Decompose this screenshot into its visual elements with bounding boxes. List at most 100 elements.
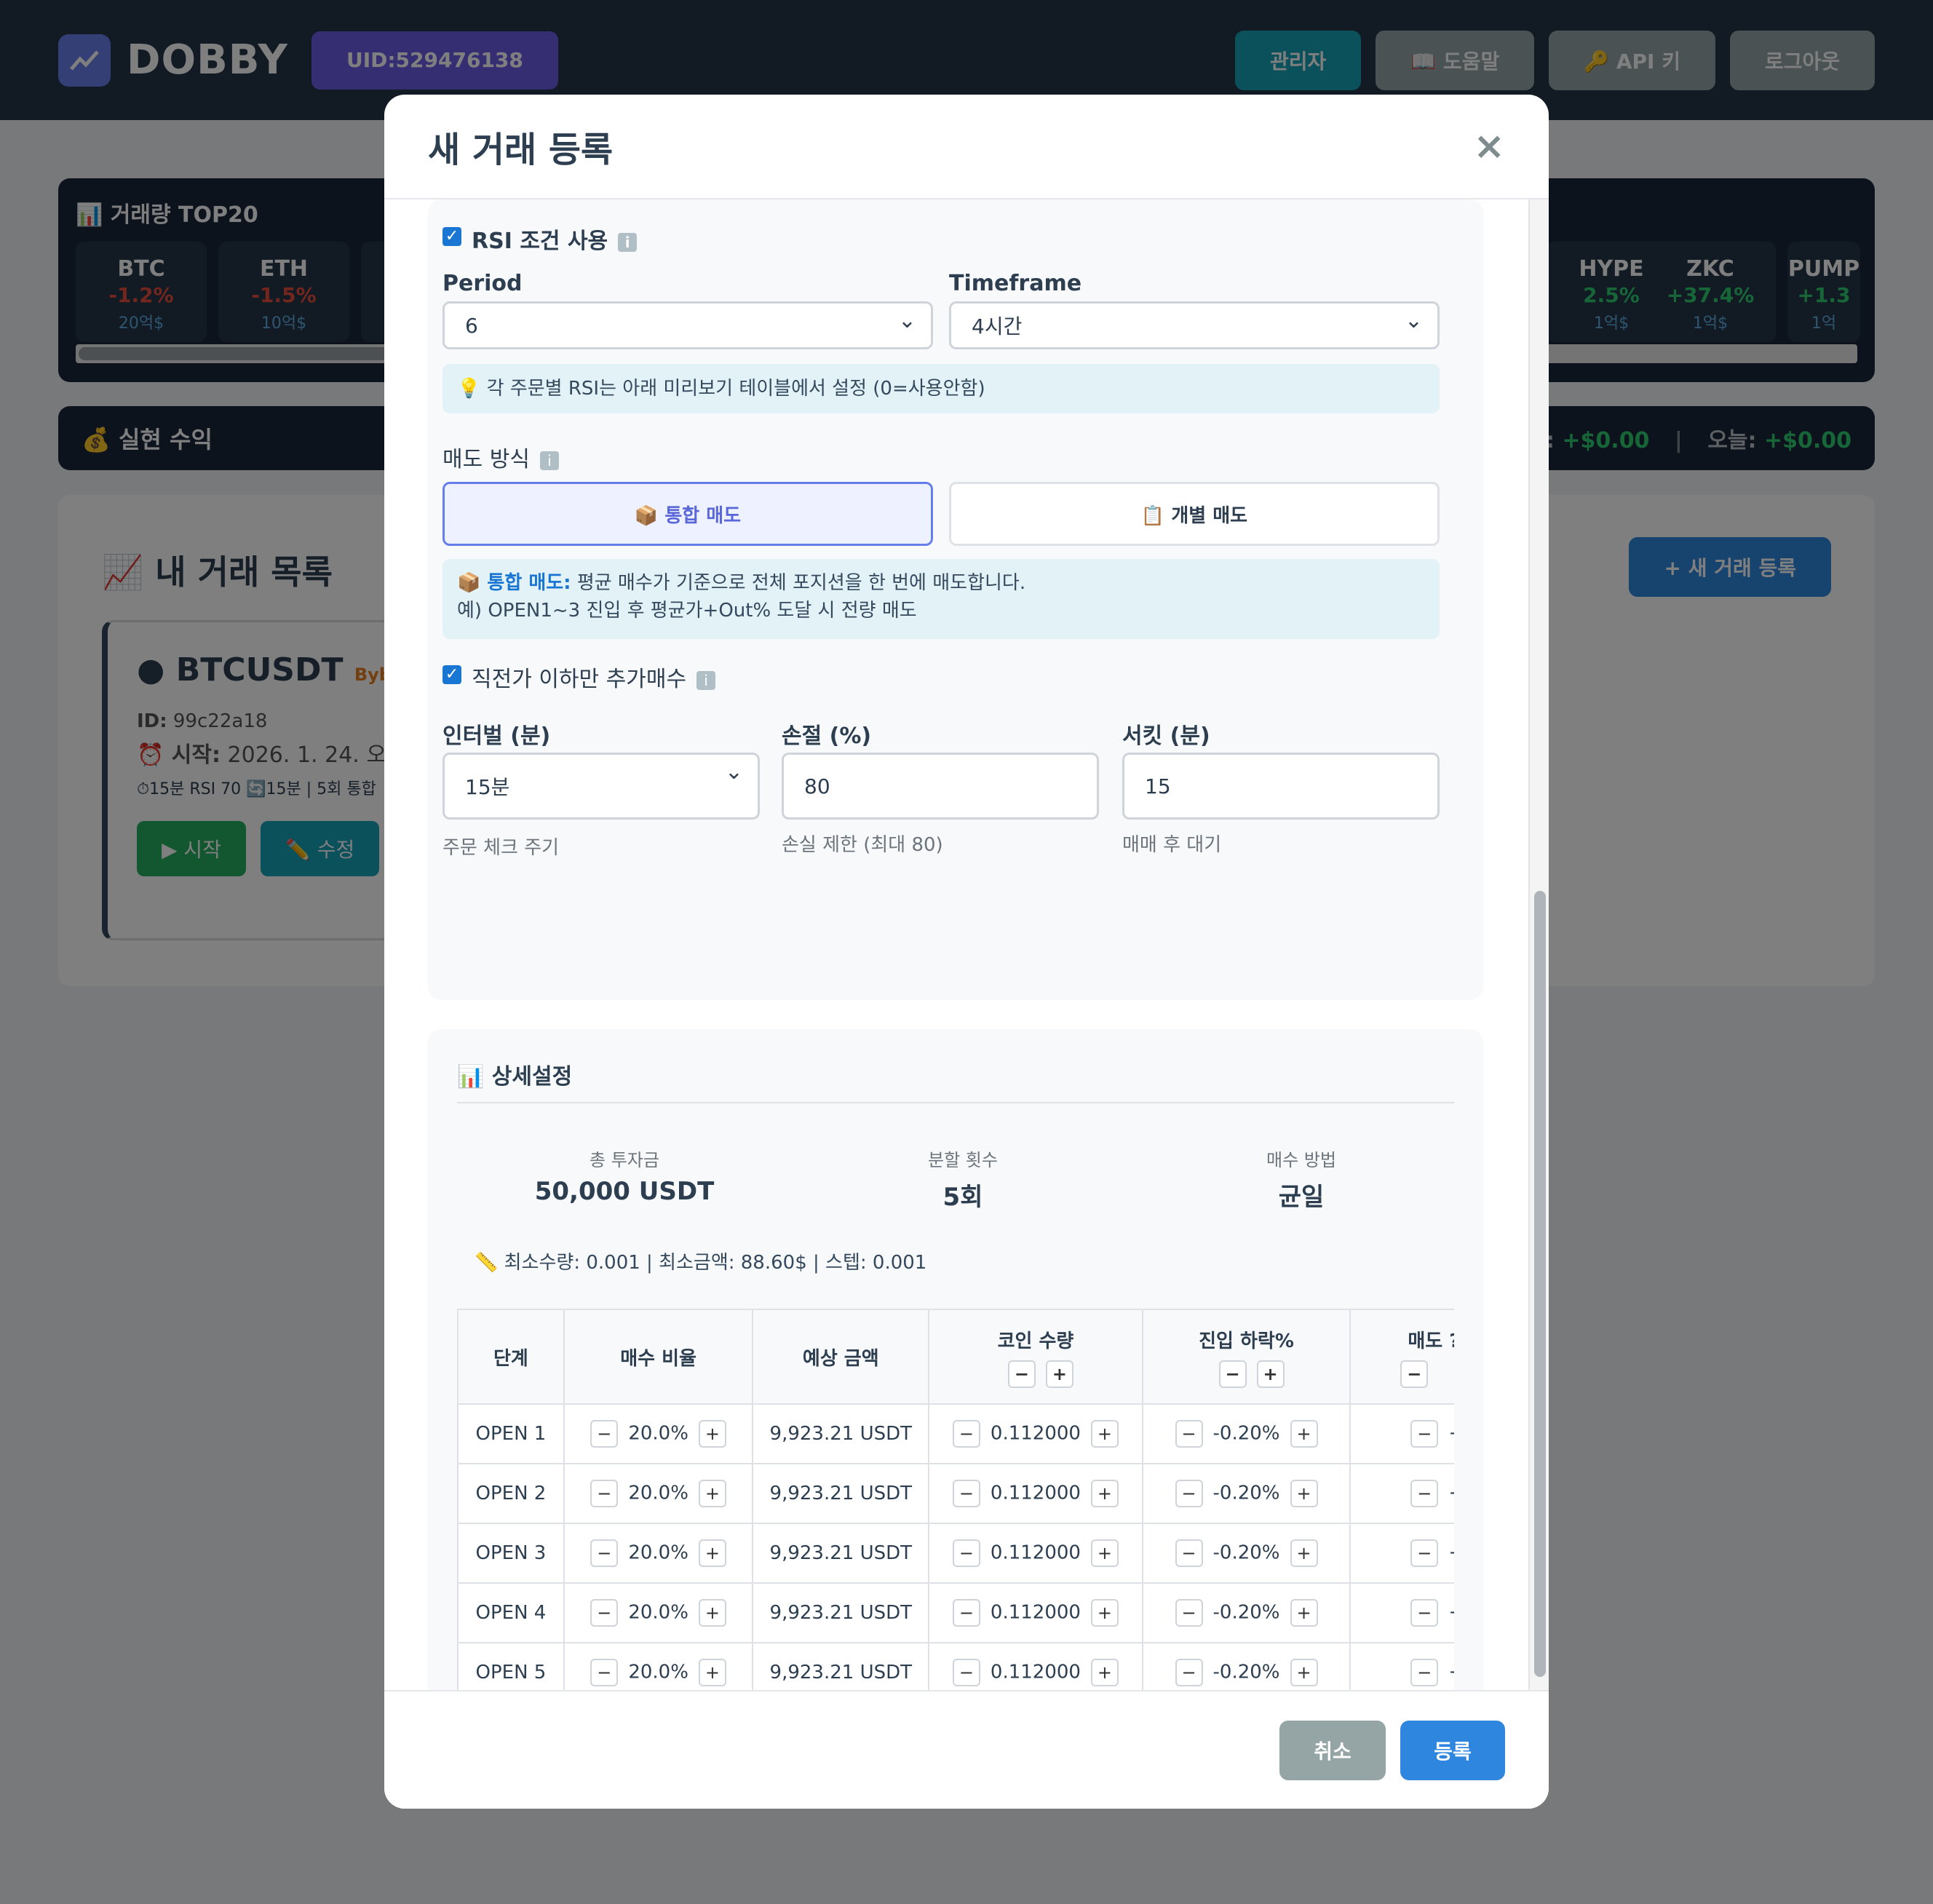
minus-button[interactable]: −: [590, 1539, 619, 1567]
order-table-wrap: 단계 매수 비율 예상 금액 코인 수량−+ 진입 하락%−+ 매도 ?− OP…: [457, 1309, 1454, 1731]
row-drop: − -0.20% +: [1141, 1463, 1351, 1524]
minus-button[interactable]: −: [1175, 1420, 1203, 1448]
row-qty: −0.112000 +: [928, 1582, 1143, 1643]
minus-button[interactable]: −: [1175, 1480, 1203, 1507]
minus-button[interactable]: −: [1400, 1360, 1429, 1388]
timeframe-label: Timeframe: [949, 271, 1082, 296]
strategy-section: ✓ RSI 조건 사용 i Period Timeframe 6 4시간 💡 각 …: [428, 199, 1483, 1000]
addbuy-checkbox[interactable]: ✓: [442, 665, 461, 684]
detail-title: 📊 상세설정: [457, 1064, 573, 1090]
info-icon[interactable]: i: [539, 451, 559, 470]
circuit-label: 서킷 (분): [1122, 723, 1210, 749]
minus-button[interactable]: −: [1175, 1599, 1203, 1627]
row-sell: −+0.3: [1349, 1403, 1454, 1464]
addbuy-label: 직전가 이하만 추가매수: [472, 667, 687, 692]
minus-button[interactable]: −: [1410, 1599, 1439, 1627]
minus-button[interactable]: −: [590, 1599, 619, 1627]
table-row: OPEN 2−20.0% +9,923.21 USDT −0.112000 + − -0.…: [457, 1463, 1454, 1524]
detail-section: 📊 상세설정 총 투자금 50,000 USDT 분할 횟수 5회 매수 방법 균일 …: [428, 1029, 1483, 1757]
stoploss-input[interactable]: 80: [782, 753, 1099, 820]
plus-button[interactable]: +: [1090, 1659, 1119, 1686]
plus-button[interactable]: +: [1256, 1360, 1285, 1388]
modal-title: 새 거래 등록: [428, 130, 614, 170]
plus-button[interactable]: +: [1290, 1480, 1318, 1507]
modal-footer: 취소 등록: [384, 1690, 1549, 1809]
interval-select[interactable]: 15분: [442, 753, 760, 820]
plus-button[interactable]: +: [1290, 1599, 1318, 1627]
minus-button[interactable]: −: [952, 1539, 980, 1567]
row-sell: −+0.3: [1349, 1582, 1454, 1643]
individual-sell-button[interactable]: 📋 개별 매도: [949, 482, 1440, 546]
plus-button[interactable]: +: [1045, 1360, 1073, 1388]
row-qty: −0.112000 +: [928, 1403, 1143, 1464]
rsi-label: RSI 조건 사용: [472, 229, 608, 254]
plus-button[interactable]: +: [1290, 1420, 1318, 1448]
minus-button[interactable]: −: [1410, 1539, 1439, 1567]
minus-button[interactable]: −: [1175, 1659, 1203, 1686]
minus-button[interactable]: −: [590, 1659, 619, 1686]
plus-button[interactable]: +: [1090, 1420, 1119, 1448]
row-step: OPEN 4: [457, 1582, 565, 1643]
table-row: OPEN 1−20.0% +9,923.21 USDT −0.112000 + − -0.…: [457, 1403, 1454, 1464]
minus-button[interactable]: −: [1007, 1360, 1036, 1388]
period-label: Period: [442, 271, 523, 296]
interval-hint: 주문 체크 주기: [442, 837, 560, 859]
minus-button[interactable]: −: [952, 1659, 980, 1686]
plus-button[interactable]: +: [1090, 1539, 1119, 1567]
plus-button[interactable]: +: [1290, 1539, 1318, 1567]
new-trade-modal: 새 거래 등록 × ✓ RSI 조건 사용 i Period Timeframe …: [384, 95, 1549, 1809]
plus-button[interactable]: +: [698, 1539, 726, 1567]
plus-button[interactable]: +: [698, 1480, 726, 1507]
row-step: OPEN 1: [457, 1403, 565, 1464]
col-step: 단계: [457, 1309, 565, 1405]
col-sell: 매도 ?−: [1349, 1309, 1454, 1405]
row-qty: −0.112000 +: [928, 1523, 1143, 1584]
minus-button[interactable]: −: [952, 1599, 980, 1627]
plus-button[interactable]: +: [698, 1659, 726, 1686]
row-amount: 9,923.21 USDT: [752, 1523, 930, 1584]
rsi-checkbox[interactable]: ✓: [442, 227, 461, 246]
row-drop: − -0.20% +: [1141, 1403, 1351, 1464]
plus-button[interactable]: +: [1290, 1659, 1318, 1686]
close-icon[interactable]: ×: [1473, 124, 1505, 168]
minus-button[interactable]: −: [952, 1480, 980, 1507]
col-ratio: 매수 비율: [563, 1309, 754, 1405]
plus-button[interactable]: +: [698, 1420, 726, 1448]
minus-button[interactable]: −: [1175, 1539, 1203, 1567]
info-icon[interactable]: i: [696, 670, 716, 690]
modal-scrollbar[interactable]: [1528, 199, 1549, 1782]
plus-button[interactable]: +: [1090, 1480, 1119, 1507]
period-select[interactable]: 6: [442, 301, 933, 349]
minus-button[interactable]: −: [952, 1420, 980, 1448]
minus-button[interactable]: −: [1218, 1360, 1247, 1388]
submit-button[interactable]: 등록: [1400, 1721, 1505, 1780]
divider: [457, 1102, 1454, 1103]
stoploss-hint: 손실 제한 (최대 80): [782, 834, 943, 856]
minus-button[interactable]: −: [1410, 1420, 1439, 1448]
sell-desc-title: 📦 통합 매도:: [457, 572, 571, 594]
interval-label: 인터벌 (분): [442, 723, 551, 749]
minus-button[interactable]: −: [590, 1480, 619, 1507]
minus-button[interactable]: −: [590, 1420, 619, 1448]
circuit-input[interactable]: 15: [1122, 753, 1440, 820]
cancel-button[interactable]: 취소: [1279, 1721, 1386, 1780]
row-amount: 9,923.21 USDT: [752, 1463, 930, 1524]
info-icon[interactable]: i: [618, 232, 638, 252]
row-sell: −+0.3: [1349, 1463, 1454, 1524]
rsi-note: 💡 각 주문별 RSI는 아래 미리보기 테이블에서 설정 (0=사용안함): [442, 364, 1440, 413]
plus-button[interactable]: +: [698, 1599, 726, 1627]
order-table: 단계 매수 비율 예상 금액 코인 수량−+ 진입 하락%−+ 매도 ?− OP…: [457, 1309, 1454, 1703]
timeframe-select[interactable]: 4시간: [949, 301, 1440, 349]
col-qty: 코인 수량 − +: [928, 1309, 1143, 1405]
minus-button[interactable]: −: [1410, 1659, 1439, 1686]
minus-button[interactable]: −: [1410, 1480, 1439, 1507]
row-ratio: −20.0% +: [563, 1403, 754, 1464]
col-drop: 진입 하락% − +: [1141, 1309, 1351, 1405]
sell-mode-label: 매도 방식: [442, 447, 530, 472]
modal-header: 새 거래 등록 ×: [384, 95, 1549, 199]
row-ratio: −20.0% +: [563, 1463, 754, 1524]
plus-button[interactable]: +: [1090, 1599, 1119, 1627]
row-step: OPEN 3: [457, 1523, 565, 1584]
integrated-sell-button[interactable]: 📦 통합 매도: [442, 482, 933, 546]
table-row: OPEN 4−20.0% +9,923.21 USDT −0.112000 + − -0.…: [457, 1582, 1454, 1643]
